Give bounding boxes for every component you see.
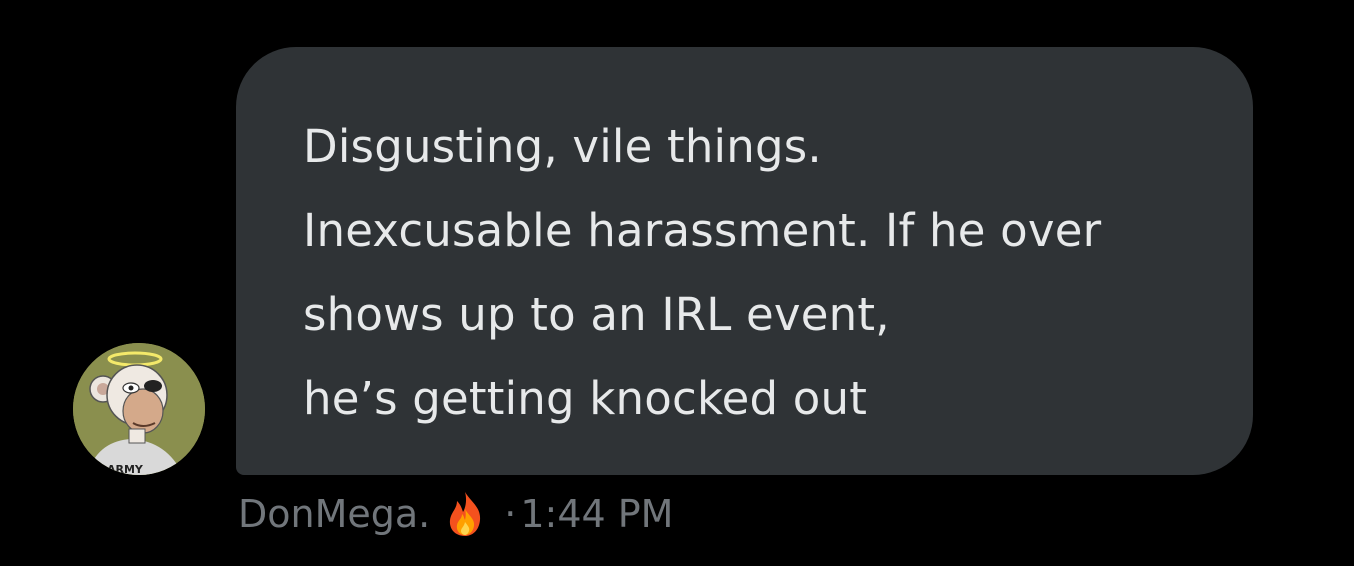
sender-avatar[interactable]: ARMY <box>73 343 205 475</box>
fire-icon <box>440 489 490 539</box>
message-meta: DonMega. · 1:44 PM <box>238 488 673 540</box>
dm-conversation: ARMY Disgusting, vile things. Inexcusabl… <box>0 0 1354 566</box>
ape-avatar-icon: ARMY <box>73 343 205 475</box>
meta-separator: · <box>504 492 517 536</box>
message-timestamp: 1:44 PM <box>520 492 674 536</box>
message-bubble[interactable]: Disgusting, vile things. Inexcusable har… <box>236 47 1253 475</box>
svg-text:ARMY: ARMY <box>107 463 144 475</box>
sender-name[interactable]: DonMega. <box>238 492 430 536</box>
message-text: Disgusting, vile things. Inexcusable har… <box>303 120 1102 425</box>
